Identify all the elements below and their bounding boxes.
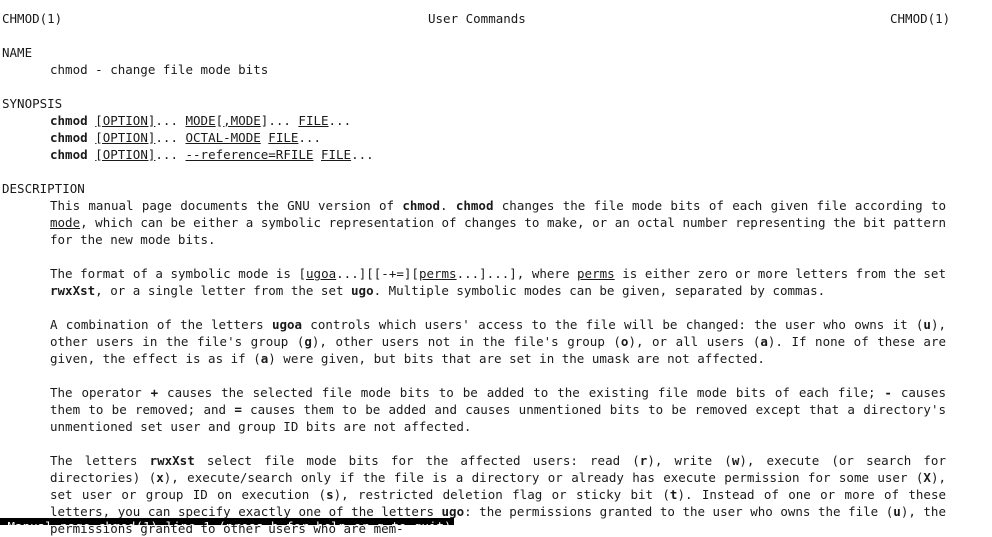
s-term: s xyxy=(326,487,334,502)
para-text: , which can be either a symbolic represe… xyxy=(50,215,946,247)
synopsis-text: ... xyxy=(328,113,352,128)
synopsis-text: [ xyxy=(215,113,224,128)
synopsis-text: ... xyxy=(351,147,374,162)
para-text: controls which users' access to the file… xyxy=(302,317,924,332)
synopsis-file: FILE xyxy=(298,113,329,128)
synopsis-option: [OPTION] xyxy=(95,147,156,162)
synopsis-option: [OPTION] xyxy=(95,113,156,128)
para-text: . xyxy=(440,198,456,213)
para-text: causes the selected file mode bits to be… xyxy=(158,385,885,400)
synopsis-mode: MODE xyxy=(185,113,216,128)
para-text: select file mode bits for the affected u… xyxy=(194,453,640,468)
description-paragraph-3: A combination of the letters ugoa contro… xyxy=(50,316,946,367)
para-text: , or a single letter from the set xyxy=(95,283,352,298)
command-name: chmod xyxy=(402,198,441,213)
para-text: : the permissions granted to the user wh… xyxy=(464,504,894,519)
synopsis-mode-extra: ,MODE xyxy=(223,113,261,128)
g-term: g xyxy=(304,334,312,349)
synopsis-file: FILE xyxy=(320,147,352,162)
para-text: ) were given, but bits that are set in t… xyxy=(268,351,765,366)
header-right-title: CHMOD(1) xyxy=(890,11,951,26)
synopsis-text xyxy=(313,147,321,162)
command-name: chmod xyxy=(455,198,494,213)
synopsis-line-2: chmod [OPTION]... OCTAL-MODE FILE... xyxy=(50,129,321,146)
u-term: u xyxy=(893,504,901,519)
para-text: . Multiple symbolic modes can be given, … xyxy=(373,283,826,298)
para-text: This manual page documents the GNU versi… xyxy=(50,198,403,213)
rwxxst-term: rwxXst xyxy=(149,453,195,468)
synopsis-option: [OPTION] xyxy=(95,130,156,145)
synopsis-reference: --reference=RFILE xyxy=(185,147,314,162)
capital-x-term: X xyxy=(923,470,931,485)
perms-term: perms xyxy=(418,266,457,281)
section-heading-synopsis: SYNOPSIS xyxy=(2,96,63,111)
header-center-title: User Commands xyxy=(428,11,526,26)
para-text: changes the file mode bits of each given… xyxy=(493,198,946,213)
name-description: chmod - change file mode bits xyxy=(50,62,269,77)
synopsis-text: ... xyxy=(298,130,321,145)
u-term: u xyxy=(923,317,931,332)
para-text: ), or all users ( xyxy=(628,334,761,349)
command-name: chmod xyxy=(50,130,88,145)
description-paragraph-4: The operator + causes the selected file … xyxy=(50,384,946,435)
synopsis-text: ... xyxy=(155,130,186,145)
synopsis-text: ... xyxy=(155,113,186,128)
synopsis-line-1: chmod [OPTION]... MODE[,MODE]... FILE... xyxy=(50,112,351,129)
para-text: ), execute/search only if the file is a … xyxy=(163,470,924,485)
para-text: The format of a symbolic mode is [ xyxy=(50,266,307,281)
para-text: The operator xyxy=(50,385,151,400)
description-paragraph-2: The format of a symbolic mode is [ugoa..… xyxy=(50,265,946,299)
mode-term: mode xyxy=(50,215,81,230)
para-text: ), write ( xyxy=(647,453,732,468)
para-text: ...]...], where xyxy=(456,266,578,281)
para-text: A combination of the letters xyxy=(50,317,272,332)
x-term: x xyxy=(156,470,164,485)
synopsis-file: FILE xyxy=(268,130,299,145)
perms-term: perms xyxy=(577,266,615,281)
ugoa-term: ugoa xyxy=(271,317,303,332)
minus-operator: - xyxy=(884,385,892,400)
man-page-terminal[interactable]: CHMOD(1) User Commands CHMOD(1) NAME chm… xyxy=(0,0,992,536)
synopsis-text: ... xyxy=(268,113,299,128)
para-text: ), restricted deletion flag or sticky bi… xyxy=(333,487,670,502)
pager-status-line: Manual page chmod(1) line 1 (press h for… xyxy=(0,518,454,525)
ugo-term: ugo xyxy=(441,504,465,519)
synopsis-line-3: chmod [OPTION]... --reference=RFILE FILE… xyxy=(50,146,374,163)
header-left-title: CHMOD(1) xyxy=(2,11,63,26)
synopsis-text: ... xyxy=(155,147,186,162)
equals-operator: = xyxy=(234,402,242,417)
description-paragraph-1: This manual page documents the GNU versi… xyxy=(50,197,946,248)
plus-operator: + xyxy=(150,385,159,400)
a-term: a xyxy=(760,334,768,349)
rwxxst-term: rwxXst xyxy=(50,283,96,298)
para-text: ...][[-+=][ xyxy=(336,266,419,281)
ugo-term: ugo xyxy=(351,283,374,298)
section-heading-description: DESCRIPTION xyxy=(2,181,85,196)
para-text: The letters xyxy=(50,453,150,468)
para-text: is either zero or more letters from the … xyxy=(614,266,946,281)
ugoa-term: ugoa xyxy=(306,266,337,281)
section-heading-name: NAME xyxy=(2,45,33,60)
command-name: chmod xyxy=(50,113,88,128)
synopsis-octal-mode: OCTAL-MODE xyxy=(185,130,261,145)
para-text: ), other users not in the file's group ( xyxy=(311,334,621,349)
command-name: chmod xyxy=(50,147,88,162)
